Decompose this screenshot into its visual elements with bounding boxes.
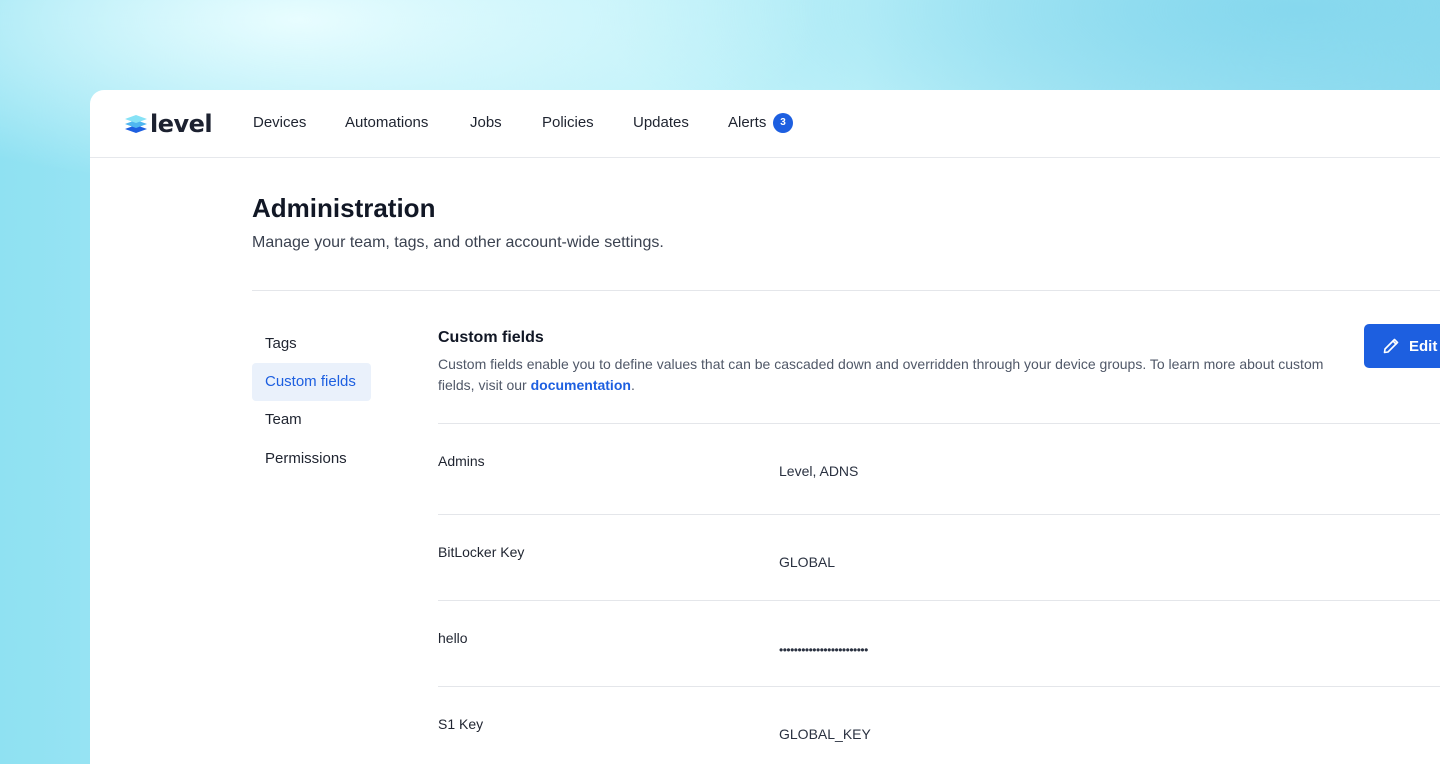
field-value: Level, ADNS [779, 463, 859, 479]
table-row[interactable]: BitLocker Key GLOBAL [438, 514, 1440, 601]
alerts-count-badge: 3 [773, 113, 793, 133]
edit-button-label: Edit [1409, 337, 1438, 355]
level-logo[interactable]: level [124, 110, 213, 138]
field-name: S1 Key [438, 716, 484, 732]
field-value: GLOBAL [779, 554, 836, 570]
logo-text: level [150, 110, 213, 138]
pencil-icon [1382, 337, 1400, 355]
section-description: Custom fields enable you to define value… [438, 354, 1338, 396]
page-title: Administration [252, 193, 436, 223]
field-name: BitLocker Key [438, 544, 525, 560]
top-navigation: level Devices Automations Jobs Policies … [90, 90, 1440, 158]
nav-automations[interactable]: Automations [345, 114, 428, 132]
nav-alerts[interactable]: Alerts [728, 114, 766, 132]
nav-updates[interactable]: Updates [633, 114, 689, 132]
page-subtitle: Manage your team, tags, and other accoun… [252, 234, 664, 251]
sidebar-item-team[interactable]: Team [252, 401, 371, 439]
sidebar-item-custom-fields[interactable]: Custom fields [252, 363, 371, 401]
nav-jobs[interactable]: Jobs [470, 114, 502, 132]
sidebar-item-tags[interactable]: Tags [252, 325, 371, 363]
header-divider [252, 290, 1440, 291]
field-value-masked: •••••••••••••••••••••••• [779, 643, 868, 657]
field-value: GLOBAL_KEY [779, 726, 871, 742]
nav-devices[interactable]: Devices [253, 114, 306, 132]
nav-policies[interactable]: Policies [542, 114, 594, 132]
app-window: level Devices Automations Jobs Policies … [90, 90, 1440, 764]
field-name: Admins [438, 453, 485, 469]
description-suffix: . [630, 377, 635, 393]
table-row[interactable]: hello •••••••••••••••••••••••• [438, 600, 1440, 687]
documentation-link[interactable]: documentation [531, 377, 631, 393]
table-row[interactable]: S1 Key GLOBAL_KEY [438, 686, 1440, 764]
section-title: Custom fields [438, 329, 544, 346]
edit-button[interactable]: Edit [1364, 324, 1440, 368]
logo-layers-icon [125, 115, 147, 133]
table-row[interactable]: Admins Level, ADNS [438, 423, 1440, 510]
field-name: hello [438, 630, 468, 646]
sidebar-item-permissions[interactable]: Permissions [252, 440, 371, 478]
